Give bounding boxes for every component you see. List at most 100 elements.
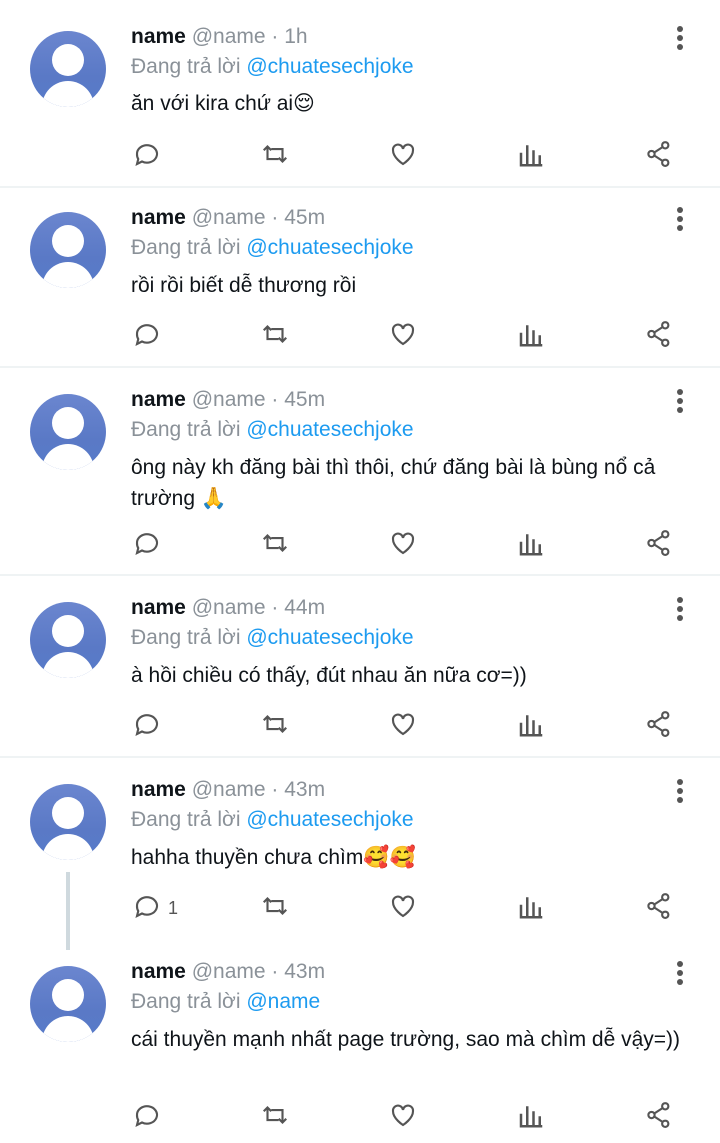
reply-prefix: Đang trả lời xyxy=(131,418,241,441)
reply-to-link[interactable]: @chuatesechjoke xyxy=(246,236,413,259)
reply-icon[interactable] xyxy=(132,1100,166,1134)
retweet-icon[interactable] xyxy=(260,139,294,173)
reply-to-link[interactable]: @chuatesechjoke xyxy=(246,55,413,78)
share-icon[interactable] xyxy=(644,319,678,353)
like-icon[interactable] xyxy=(388,709,422,743)
reply-icon[interactable] xyxy=(132,528,166,562)
tweet-text: ông này kh đăng bài thì thôi, chứ đăng b… xyxy=(131,456,656,510)
display-name[interactable]: name xyxy=(131,596,186,619)
reply-icon[interactable] xyxy=(132,709,166,743)
share-icon[interactable] xyxy=(644,709,678,743)
reply-context: Đang trả lời @chuatesechjoke xyxy=(131,625,414,651)
analytics-icon[interactable] xyxy=(516,1100,550,1134)
like-icon[interactable] xyxy=(388,528,422,562)
reply-context: Đang trả lời @chuatesechjoke xyxy=(131,807,414,833)
share-icon[interactable] xyxy=(644,1100,678,1134)
analytics-icon[interactable] xyxy=(516,709,550,743)
retweet-icon[interactable] xyxy=(260,709,294,743)
avatar[interactable] xyxy=(30,784,106,860)
reply-icon[interactable] xyxy=(132,891,166,925)
tweet-header: name @name · 43m xyxy=(131,959,325,985)
timestamp[interactable]: 45m xyxy=(284,388,325,411)
tweet-text: ăn với kira chứ ai😌 xyxy=(131,92,315,115)
reply-prefix: Đang trả lời xyxy=(131,808,241,831)
tweet-text: rồi rồi biết dễ thương rồi xyxy=(131,274,357,297)
analytics-icon[interactable] xyxy=(516,528,550,562)
handle[interactable]: @name xyxy=(192,206,266,229)
reply-to-link[interactable]: @name xyxy=(246,990,320,1013)
reply-count: 1 xyxy=(168,898,179,918)
like-icon[interactable] xyxy=(388,891,422,925)
timestamp[interactable]: 43m xyxy=(284,778,325,801)
reply-context: Đang trả lời @name xyxy=(131,989,320,1015)
tweet[interactable]: name @name · 43m Đang trả lời @name cái … xyxy=(0,940,720,1143)
separator: · xyxy=(271,388,279,411)
tweet-header: name @name · 1h xyxy=(131,24,308,50)
handle[interactable]: @name xyxy=(192,25,266,48)
avatar[interactable] xyxy=(30,394,106,470)
display-name[interactable]: name xyxy=(131,778,186,801)
analytics-icon[interactable] xyxy=(516,319,550,353)
like-icon[interactable] xyxy=(388,319,422,353)
like-icon[interactable] xyxy=(388,139,422,173)
retweet-icon[interactable] xyxy=(260,891,294,925)
timestamp[interactable]: 1h xyxy=(284,25,307,48)
reply-prefix: Đang trả lời xyxy=(131,990,241,1013)
more-icon[interactable] xyxy=(672,961,688,987)
tweet-header: name @name · 44m xyxy=(131,595,325,621)
share-icon[interactable] xyxy=(644,528,678,562)
reply-icon[interactable] xyxy=(132,139,166,173)
tweet[interactable]: name @name · 1h Đang trả lời @chuatesech… xyxy=(0,0,720,186)
handle[interactable]: @name xyxy=(192,778,266,801)
more-icon[interactable] xyxy=(672,597,688,623)
separator: · xyxy=(271,206,279,229)
reply-context: Đang trả lời @chuatesechjoke xyxy=(131,417,414,443)
reply-icon[interactable] xyxy=(132,319,166,353)
tweet-header: name @name · 43m xyxy=(131,777,325,803)
display-name[interactable]: name xyxy=(131,960,186,983)
reply-prefix: Đang trả lời xyxy=(131,55,241,78)
handle[interactable]: @name xyxy=(192,960,266,983)
tweet-text: cái thuyền mạnh nhất page trường, sao mà… xyxy=(131,1028,681,1051)
retweet-icon[interactable] xyxy=(260,319,294,353)
reply-to-link[interactable]: @chuatesechjoke xyxy=(246,626,413,649)
tweet[interactable]: name @name · 45m Đang trả lời @chuatesec… xyxy=(0,188,720,366)
tweet[interactable]: name @name · 44m Đang trả lời @chuatesec… xyxy=(0,576,720,756)
timestamp[interactable]: 45m xyxy=(284,206,325,229)
reply-context: Đang trả lời @chuatesechjoke xyxy=(131,235,414,261)
share-icon[interactable] xyxy=(644,891,678,925)
handle[interactable]: @name xyxy=(192,596,266,619)
timestamp[interactable]: 43m xyxy=(284,960,325,983)
share-icon[interactable] xyxy=(644,139,678,173)
reply-context: Đang trả lời @chuatesechjoke xyxy=(131,54,414,80)
analytics-icon[interactable] xyxy=(516,891,550,925)
analytics-icon[interactable] xyxy=(516,139,550,173)
avatar[interactable] xyxy=(30,966,106,1042)
avatar[interactable] xyxy=(30,602,106,678)
more-icon[interactable] xyxy=(672,207,688,233)
more-icon[interactable] xyxy=(672,26,688,52)
display-name[interactable]: name xyxy=(131,206,186,229)
more-icon[interactable] xyxy=(672,779,688,805)
thread-connector-line xyxy=(66,872,70,950)
separator: · xyxy=(271,25,279,48)
reply-to-link[interactable]: @chuatesechjoke xyxy=(246,808,413,831)
tweet-text: à hồi chiều có thấy, đút nhau ăn nữa cơ=… xyxy=(131,664,527,687)
retweet-icon[interactable] xyxy=(260,1100,294,1134)
reply-to-link[interactable]: @chuatesechjoke xyxy=(246,418,413,441)
tweet[interactable]: name @name · 45m Đang trả lời @chuatesec… xyxy=(0,368,720,574)
handle[interactable]: @name xyxy=(192,388,266,411)
display-name[interactable]: name xyxy=(131,25,186,48)
avatar[interactable] xyxy=(30,212,106,288)
timestamp[interactable]: 44m xyxy=(284,596,325,619)
display-name[interactable]: name xyxy=(131,388,186,411)
retweet-icon[interactable] xyxy=(260,528,294,562)
tweet-header: name @name · 45m xyxy=(131,387,325,413)
tweet[interactable]: name @name · 43m Đang trả lời @chuatesec… xyxy=(0,758,720,948)
more-icon[interactable] xyxy=(672,389,688,415)
tweet-header: name @name · 45m xyxy=(131,205,325,231)
separator: · xyxy=(271,960,279,983)
like-icon[interactable] xyxy=(388,1100,422,1134)
reply-prefix: Đang trả lời xyxy=(131,626,241,649)
avatar[interactable] xyxy=(30,31,106,107)
